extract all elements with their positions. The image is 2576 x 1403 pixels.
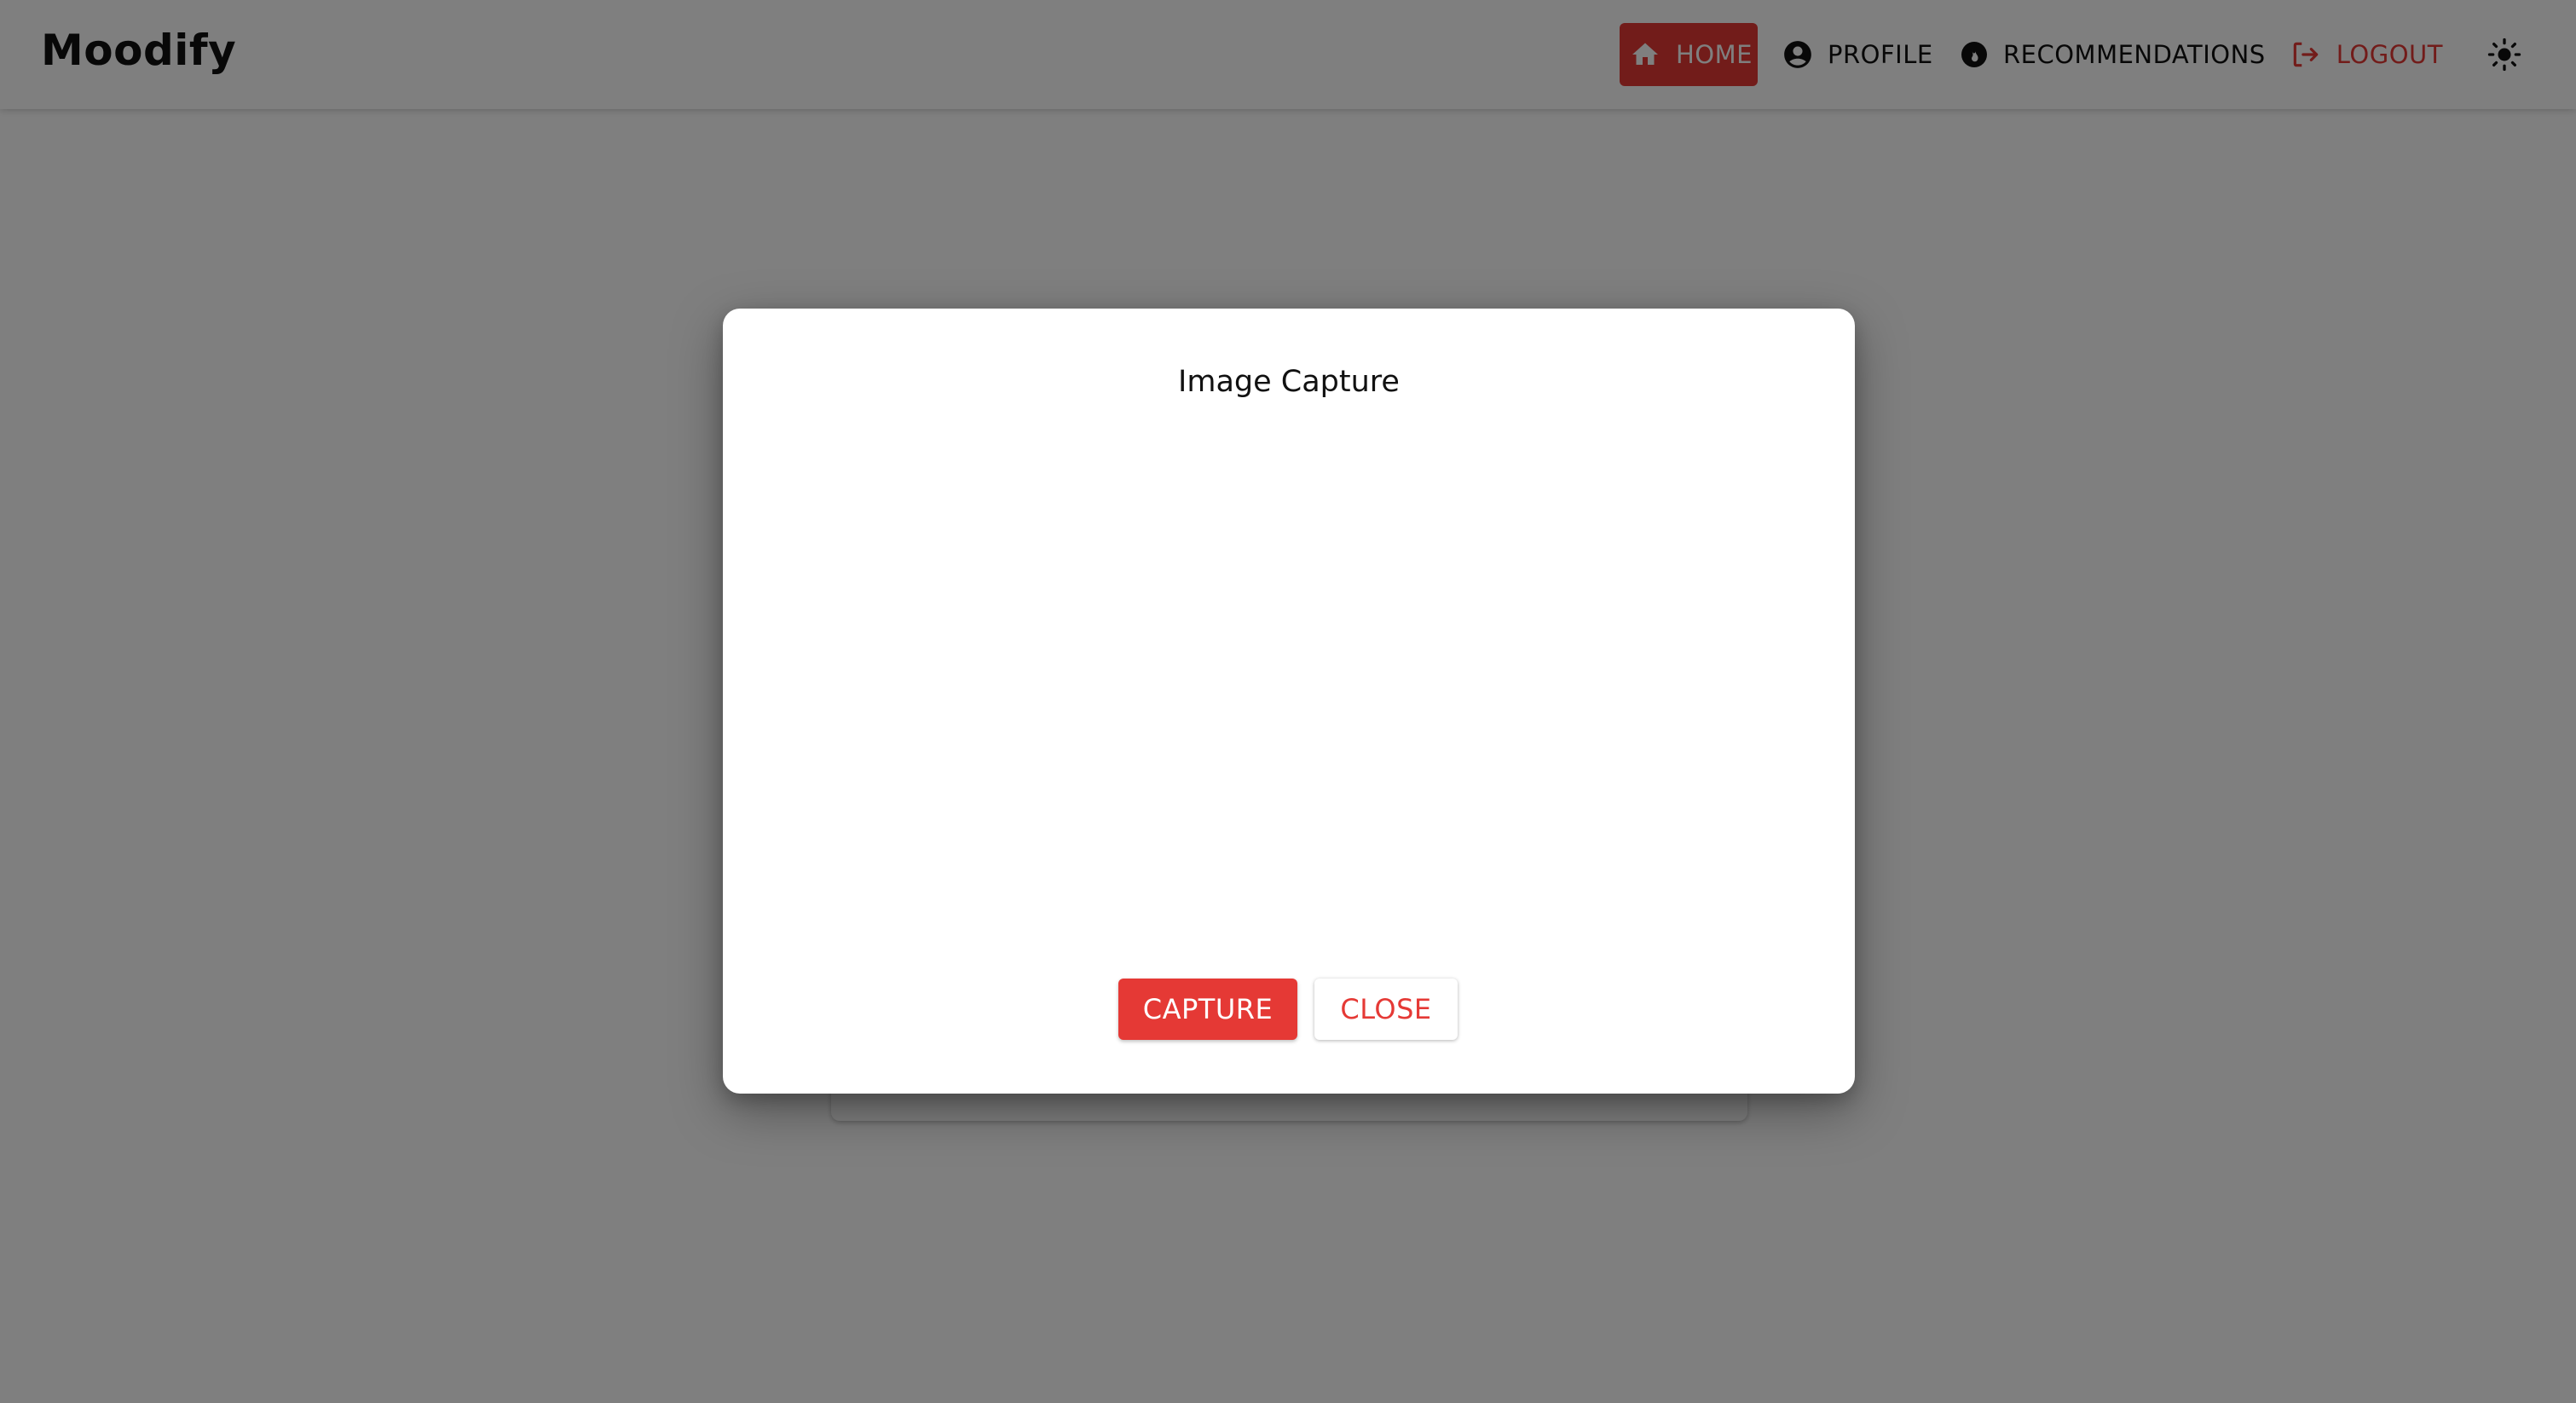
- camera-preview: [791, 436, 1787, 914]
- capture-button[interactable]: CAPTURE: [1118, 979, 1297, 1040]
- image-capture-dialog: Image Capture CAPTURE CLOSE: [723, 309, 1855, 1094]
- close-button[interactable]: CLOSE: [1314, 979, 1458, 1040]
- app-page: Moodify HOME PROFILE RECOMMENDATIONS LOG…: [0, 0, 2576, 1403]
- dialog-title: Image Capture: [1178, 365, 1400, 399]
